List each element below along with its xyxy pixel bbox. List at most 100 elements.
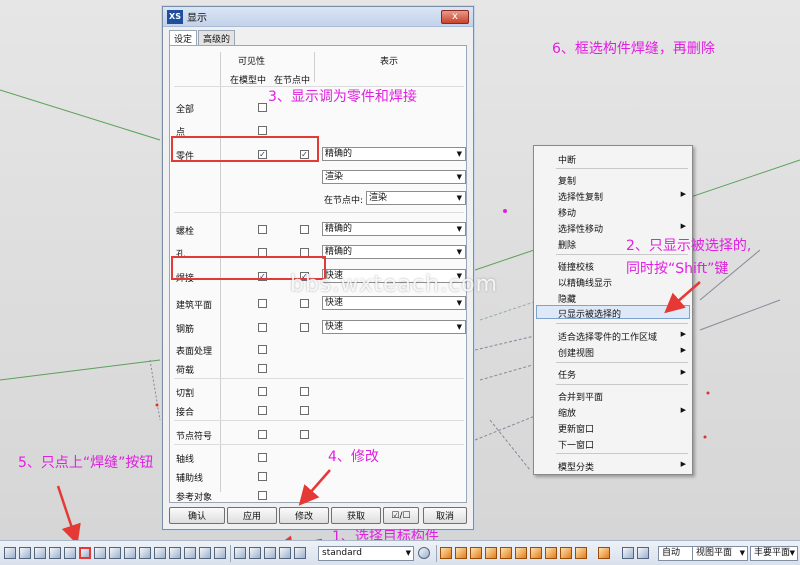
checkbox-bolt-model[interactable] <box>258 225 267 234</box>
menu-item-move[interactable]: 移动 <box>558 206 576 219</box>
chevron-down-icon: ▼ <box>739 549 745 557</box>
node-render-label: 在节点中: <box>324 196 364 206</box>
checkbox-fitting-model[interactable] <box>258 406 267 415</box>
snap-midpoint-icon[interactable] <box>530 547 542 559</box>
get-button[interactable]: 获取 <box>331 507 381 524</box>
select-objects-icon[interactable] <box>214 547 226 559</box>
modify-button[interactable]: 修改 <box>279 507 329 524</box>
menu-item-update-window[interactable]: 更新窗口 <box>558 422 594 435</box>
select-surfaces-icon[interactable] <box>34 547 46 559</box>
work-plane-icon[interactable] <box>637 547 649 559</box>
snap-intersection-icon[interactable] <box>515 547 527 559</box>
menu-item-move-special[interactable]: 选择性移动 <box>558 222 603 235</box>
row-label-all: 全部 <box>176 105 195 115</box>
select-grids-icon[interactable] <box>49 547 61 559</box>
dialog-titlebar[interactable]: XS 显示 x <box>163 7 473 27</box>
selection-filter-select[interactable]: standard ▼ <box>318 546 414 561</box>
select-loads-icon[interactable] <box>139 547 151 559</box>
menu-item-next-window[interactable]: 下一窗口 <box>558 438 594 451</box>
menu-item-fit-work-area[interactable]: 适合选择零件的工作区域 <box>558 330 657 343</box>
menu-item-merge-plane[interactable]: 合并到平面 <box>558 390 603 403</box>
select-filter-icon[interactable] <box>294 547 306 559</box>
menu-item-task[interactable]: 任务 <box>558 368 576 381</box>
snap-geometry-icon[interactable] <box>455 547 467 559</box>
filter-settings-icon[interactable] <box>418 547 430 559</box>
part-display-select[interactable]: 精确的 ▼ <box>322 147 466 161</box>
checkbox-rebar-node[interactable] <box>300 323 309 332</box>
tab-settings[interactable]: 设定 <box>169 30 198 46</box>
select-cuts-icon[interactable] <box>109 547 121 559</box>
ok-button[interactable]: 确认 <box>169 507 225 524</box>
checkbox-surface-model[interactable] <box>258 345 267 354</box>
snap-nearest-icon[interactable] <box>575 547 587 559</box>
context-menu: 中断 复制 选择性复制 ▶ 移动 选择性移动 ▶ 删除 碰撞校核 以精确线显示 … <box>533 145 693 475</box>
select-component-objects-icon[interactable] <box>234 547 246 559</box>
select-views-icon[interactable] <box>124 547 136 559</box>
checkbox-axis-model[interactable] <box>258 453 267 462</box>
checkbox-arch-model[interactable] <box>258 299 267 308</box>
select-assembly-mode-icon[interactable] <box>264 547 276 559</box>
select-welds-icon[interactable] <box>79 547 91 559</box>
dialog-title: 显示 <box>187 13 207 24</box>
menu-item-hide[interactable]: 隐藏 <box>558 292 576 305</box>
hole-display-select[interactable]: 精确的 ▼ <box>322 245 466 259</box>
select-points-icon[interactable] <box>64 547 76 559</box>
snap-perpendicular-icon[interactable] <box>545 547 557 559</box>
select-assembly-icon[interactable] <box>199 547 211 559</box>
part-render-select[interactable]: 渲染 ▼ <box>322 170 466 184</box>
snap-points-icon[interactable] <box>470 547 482 559</box>
menu-item-model-category[interactable]: 模型分类 <box>558 460 594 473</box>
bolt-display-select[interactable]: 精确的 ▼ <box>322 222 466 236</box>
bolt-display-value: 精确的 <box>325 224 353 234</box>
menu-item-delete[interactable]: 删除 <box>558 238 576 251</box>
view-plane-icon[interactable] <box>622 547 634 559</box>
select-all-icon[interactable] <box>4 547 16 559</box>
checkbox-node-symbol-node[interactable] <box>300 430 309 439</box>
selection-toolbar: standard ▼ 自动 ▼ 视图平面 ▼ 丰要平面▼ <box>0 540 800 565</box>
close-button[interactable]: x <box>441 9 469 24</box>
checkbox-fitting-node[interactable] <box>300 406 309 415</box>
menu-item-interrupt[interactable]: 中断 <box>558 153 576 166</box>
cancel-button[interactable]: 取消 <box>423 507 467 524</box>
checkbox-point-model[interactable] <box>258 126 267 135</box>
toggle-all-button[interactable]: ☑/☐ <box>383 507 419 524</box>
select-reference-icon[interactable] <box>169 547 181 559</box>
menu-item-exact-lines[interactable]: 以精确线显示 <box>558 276 612 289</box>
checkbox-arch-node[interactable] <box>300 299 309 308</box>
checkbox-bolt-node[interactable] <box>300 225 309 234</box>
rebar-display-select[interactable]: 快速 ▼ <box>322 320 466 334</box>
chevron-down-icon: ▼ <box>405 549 411 557</box>
checkbox-load-model[interactable] <box>258 364 267 373</box>
divider-line <box>314 52 315 82</box>
checkbox-cut-model[interactable] <box>258 387 267 396</box>
select-rebar-icon[interactable] <box>184 547 196 559</box>
menu-item-show-only-selected[interactable]: 只显示被选择的 <box>558 307 621 320</box>
select-bolts-icon[interactable] <box>94 547 106 559</box>
snap-reference-icon[interactable] <box>440 547 452 559</box>
plane-type-select[interactable]: 视图平面 ▼ <box>692 546 748 561</box>
menu-item-create-view[interactable]: 创建视图 <box>558 346 594 359</box>
select-objects-in-assembly-icon[interactable] <box>249 547 261 559</box>
checkbox-all-model[interactable] <box>258 103 267 112</box>
menu-item-copy-special[interactable]: 选择性复制 <box>558 190 603 203</box>
snap-end-icon[interactable] <box>485 547 497 559</box>
snap-free-icon[interactable] <box>598 547 610 559</box>
tab-advanced[interactable]: 高级的 <box>198 30 236 45</box>
menu-item-clash-check[interactable]: 碰撞校核 <box>558 260 594 273</box>
arch-display-select[interactable]: 快速 ▼ <box>322 296 466 310</box>
checkbox-reference-model[interactable] <box>258 491 267 500</box>
snap-line-icon[interactable] <box>560 547 572 559</box>
select-parts-icon[interactable] <box>19 547 31 559</box>
select-cast-unit-icon[interactable] <box>279 547 291 559</box>
checkbox-node-symbol-model[interactable] <box>258 430 267 439</box>
menu-item-copy[interactable]: 复制 <box>558 174 576 187</box>
node-render-select[interactable]: 渲染 ▼ <box>366 191 466 205</box>
apply-button[interactable]: 应用 <box>227 507 277 524</box>
snap-center-icon[interactable] <box>500 547 512 559</box>
main-plane-select[interactable]: 丰要平面 ▼ <box>750 546 798 561</box>
menu-item-zoom[interactable]: 缩放 <box>558 406 576 419</box>
checkbox-rebar-model[interactable] <box>258 323 267 332</box>
checkbox-aux-line-model[interactable] <box>258 472 267 481</box>
checkbox-cut-node[interactable] <box>300 387 309 396</box>
select-components-icon[interactable] <box>154 547 166 559</box>
